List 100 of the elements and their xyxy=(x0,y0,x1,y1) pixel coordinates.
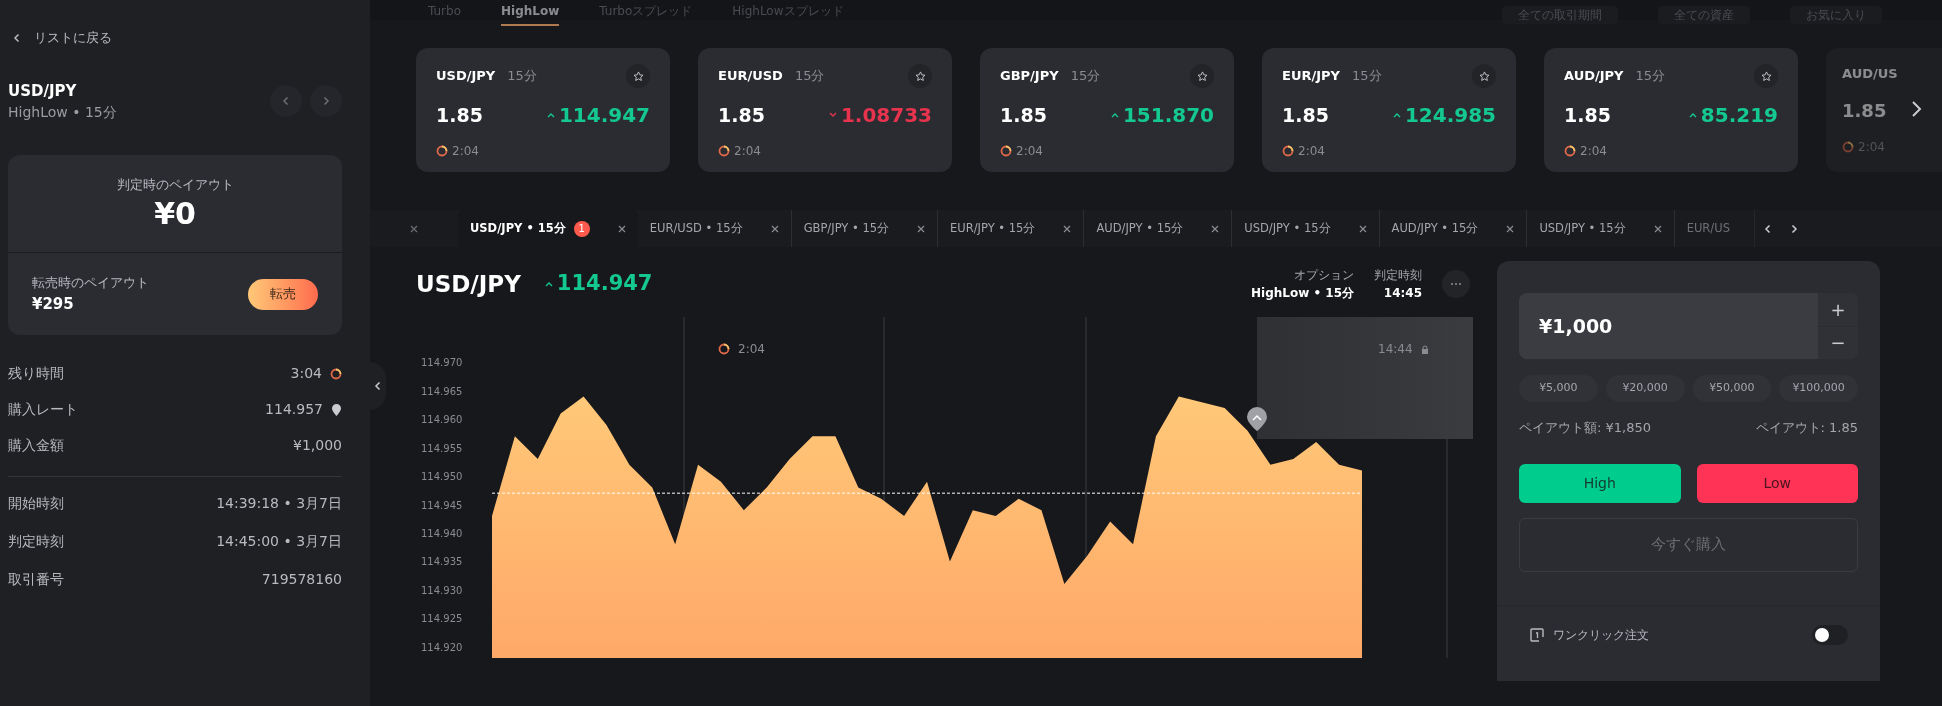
trade-tab[interactable]: AUD/JPY • 15分 xyxy=(1084,210,1233,247)
asset-period: 15分 xyxy=(507,67,537,86)
one-click-icon xyxy=(1529,626,1545,643)
detail-label: 取引番号 xyxy=(8,570,64,589)
asset-payout: 1.85 xyxy=(1564,102,1611,128)
close-icon[interactable] xyxy=(617,224,626,233)
preset-amount-button[interactable]: ¥5,000 xyxy=(1519,375,1598,402)
one-click-toggle[interactable] xyxy=(1812,624,1848,645)
pair-title: USD/JPY xyxy=(8,80,78,102)
up-caret-icon xyxy=(1392,112,1401,118)
preset-amount-button[interactable]: ¥20,000 xyxy=(1605,375,1685,402)
sidebar-collapse-handle[interactable] xyxy=(370,362,386,410)
decrement-button[interactable]: − xyxy=(1818,326,1858,359)
asset-period: 15分 xyxy=(1635,67,1666,86)
chevron-left-icon xyxy=(373,381,383,391)
down-caret-icon xyxy=(828,112,837,118)
y-tick-label: 114.970 xyxy=(421,357,463,369)
trade-tab-label: EUR/JPY • 15分 xyxy=(950,219,1036,237)
scroll-left-button[interactable] xyxy=(1762,223,1773,234)
asset-payout: 1.85 xyxy=(1000,102,1047,128)
asset-time: 2:04 xyxy=(1298,143,1325,160)
asset-rate: 1.08733 xyxy=(840,102,932,129)
lock-time: 14:44 xyxy=(1378,341,1413,358)
amount-field[interactable]: ¥1,000 + − xyxy=(1519,293,1858,359)
detail-label: 購入金額 xyxy=(8,436,64,455)
up-caret-icon xyxy=(544,281,553,287)
high-button[interactable]: High xyxy=(1519,463,1681,503)
asset-period: 15分 xyxy=(1070,67,1101,86)
preset-amount-button[interactable]: ¥50,000 xyxy=(1692,375,1772,402)
detail-value: 14:39:18 • 3月7日 xyxy=(216,494,342,513)
timer-icon xyxy=(718,343,730,355)
trade-tab[interactable]: GBP/JPY • 15分 xyxy=(791,210,939,247)
trade-tab[interactable]: USD/JPY • 15分 1 xyxy=(458,210,638,247)
back-link[interactable]: リストに戻る xyxy=(8,28,116,48)
close-icon[interactable] xyxy=(1063,224,1072,233)
resale-button[interactable]: 転売 xyxy=(248,278,318,310)
y-tick-label: 114.960 xyxy=(421,414,463,426)
low-button[interactable]: Low xyxy=(1696,463,1858,503)
detail-label: 判定時刻 xyxy=(8,532,64,551)
chart-timer: 2:04 xyxy=(738,341,765,358)
up-caret-icon xyxy=(546,112,555,118)
asset-rate: 114.947 xyxy=(558,102,650,129)
detail-value: 3:04 xyxy=(290,364,322,383)
detail-value: 114.957 xyxy=(265,400,323,419)
asset-card[interactable]: GBP/JPY 15分 1.85 151.870 2:04 xyxy=(980,48,1234,172)
timer-icon xyxy=(330,367,342,380)
asset-pair: EUR/JPY xyxy=(1282,67,1340,86)
close-icon[interactable] xyxy=(410,224,418,233)
detail-label: 残り時間 xyxy=(8,364,64,383)
trade-tab-label: USD/JPY • 15分 xyxy=(1539,219,1626,237)
preset-amount-button[interactable]: ¥100,000 xyxy=(1779,375,1858,402)
asset-card[interactable]: AUD/JPY 15分 1.85 85.219 2:04 xyxy=(1544,48,1798,172)
up-caret-icon xyxy=(1110,112,1119,118)
next-assets-button[interactable] xyxy=(1910,100,1922,118)
close-icon[interactable] xyxy=(1653,224,1662,233)
close-icon[interactable] xyxy=(1211,224,1220,233)
asset-period: 15分 xyxy=(794,67,825,86)
expiry-value: 14:45 xyxy=(1383,285,1422,302)
y-tick-label: 114.940 xyxy=(421,527,463,539)
asset-pair: EUR/USD xyxy=(718,67,783,86)
chart-pair-title: USD/JPY xyxy=(416,269,521,299)
option-label: オプション xyxy=(1294,267,1354,284)
product-tab[interactable]: HighLow xyxy=(501,2,560,26)
payout-amount-text: ペイアウト額: ¥1,850 xyxy=(1519,419,1651,437)
chevron-left-icon xyxy=(281,96,291,107)
chevron-right-icon xyxy=(321,96,331,107)
asset-pair: GBP/JPY xyxy=(1000,67,1059,86)
timer-icon xyxy=(1000,145,1012,157)
trade-tab-label: EUR/US xyxy=(1686,219,1730,237)
close-icon[interactable] xyxy=(1506,224,1515,233)
detail-label: 開始時刻 xyxy=(8,494,64,513)
entry-pin-icon xyxy=(1247,407,1267,431)
asset-card[interactable]: EUR/JPY 15分 1.85 124.985 2:04 xyxy=(1262,48,1516,172)
asset-card[interactable]: USD/JPY 15分 1.85 114.947 2:04 xyxy=(416,48,670,172)
trade-tab-label: AUD/JPY • 15分 xyxy=(1096,219,1184,237)
asset-payout: 1.85 xyxy=(1842,99,1887,124)
timer-icon xyxy=(718,145,730,157)
trade-tab-label: EUR/USD • 15分 xyxy=(649,219,743,237)
timer-icon xyxy=(1842,141,1854,153)
timer-icon xyxy=(436,145,448,157)
close-icon[interactable] xyxy=(1358,224,1367,233)
trade-tab[interactable]: EUR/JPY • 15分 xyxy=(938,210,1085,247)
trade-tab[interactable]: USD/JPY • 15分 xyxy=(1527,210,1675,247)
close-icon[interactable] xyxy=(770,224,779,233)
up-caret-icon xyxy=(1688,112,1697,118)
timer-icon xyxy=(1564,145,1576,157)
trade-tab[interactable]: USD/JPY • 15分 xyxy=(1232,210,1380,247)
close-icon[interactable] xyxy=(917,224,926,233)
increment-button[interactable]: + xyxy=(1818,293,1858,327)
pin-icon xyxy=(331,402,342,417)
trade-tab[interactable]: AUD/JPY • 15分 xyxy=(1379,210,1528,247)
trade-tab-label: USD/JPY • 15分 xyxy=(1244,219,1331,237)
detail-value: ¥1,000 xyxy=(293,436,342,455)
y-tick-label: 114.950 xyxy=(421,471,463,483)
asset-pair: AUD/JPY xyxy=(1564,67,1624,86)
asset-card[interactable]: EUR/USD 15分 1.85 1.08733 2:04 xyxy=(698,48,952,172)
trade-tab[interactable]: EUR/USD • 15分 xyxy=(637,210,792,247)
y-tick-label: 114.935 xyxy=(421,556,463,568)
amount-value: ¥1,000 xyxy=(1538,313,1614,339)
detail-value: 14:45:00 • 3月7日 xyxy=(216,532,342,551)
